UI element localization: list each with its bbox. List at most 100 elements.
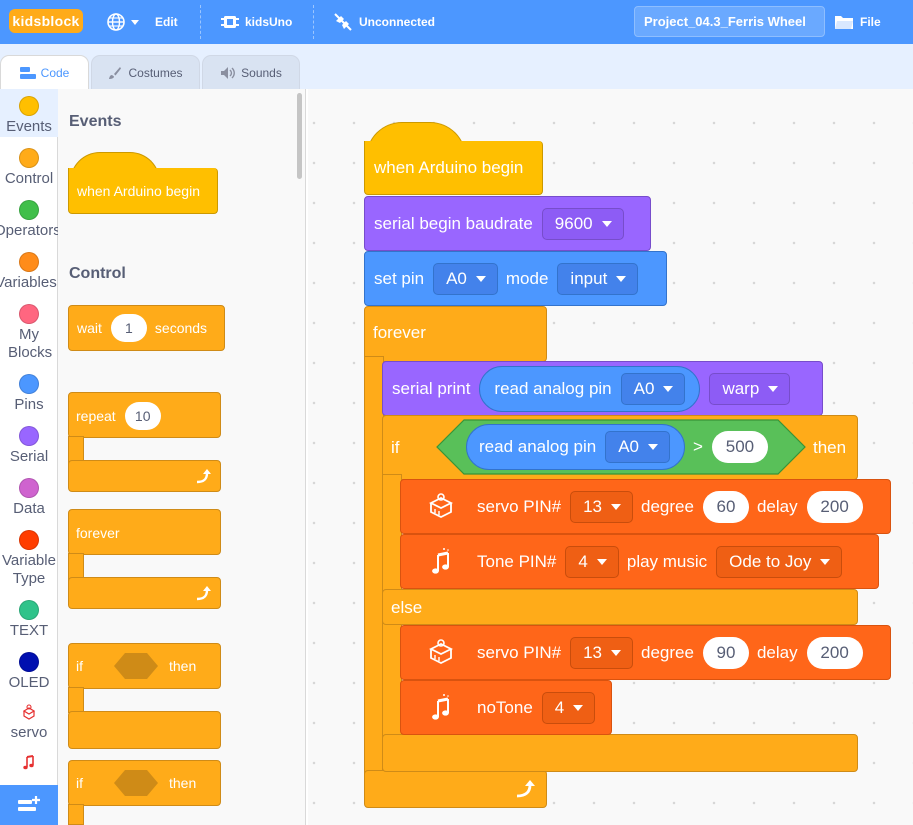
board-icon <box>221 16 239 28</box>
block-label: then <box>169 775 197 791</box>
category-variables[interactable]: Variables <box>0 252 58 292</box>
mode-dropdown[interactable]: input <box>557 262 639 295</box>
pin-dropdown[interactable]: A0 <box>620 372 686 405</box>
language-menu[interactable] <box>106 0 139 44</box>
chevron-down-icon <box>663 385 674 392</box>
category-label: Operators <box>0 222 58 239</box>
block-label: serial begin baudrate <box>374 213 533 233</box>
tone-block[interactable]: Tone PIN# 4 play music Ode to Joy <box>400 534 879 589</box>
chevron-down-icon <box>648 444 659 450</box>
when-arduino-begin-block[interactable]: when Arduino begin <box>364 141 543 195</box>
pin-dropdown[interactable]: A0 <box>605 431 671 463</box>
category-variable-type[interactable]: Variable Type <box>0 530 58 588</box>
tone-pin-dropdown[interactable]: 4 <box>565 545 619 578</box>
block-label: forever <box>373 323 426 342</box>
category-dot <box>19 426 39 446</box>
connection-status[interactable]: Unconnected <box>333 0 435 44</box>
boolean-slot[interactable] <box>113 769 159 797</box>
forever-row: forever <box>373 318 426 348</box>
add-extension-button[interactable] <box>0 785 58 825</box>
project-title-input[interactable]: Project_04.3_Ferris Wheel <box>634 6 825 37</box>
dropdown-value: Ode to Joy <box>729 551 812 571</box>
servo-block[interactable]: servo PIN# 13 degree 90 delay 200 <box>400 625 891 680</box>
music-note-icon <box>23 755 34 770</box>
palette-block-wait[interactable]: wait 1 seconds <box>68 305 225 351</box>
palette-block-body: when Arduino begin <box>68 168 218 214</box>
palette-scrollbar[interactable] <box>297 93 302 179</box>
condition-greater-than[interactable]: read analog pin A0 > 500 <box>466 424 776 470</box>
boolean-slot[interactable] <box>113 652 159 680</box>
category-label: Data <box>13 500 45 517</box>
palette-heading-events: Events <box>69 113 122 130</box>
set-pin-mode-block[interactable]: set pin A0 mode input <box>364 251 667 306</box>
palette-heading-control: Control <box>69 265 126 282</box>
servo-icon <box>421 633 461 673</box>
category-servo[interactable]: servo <box>0 704 58 742</box>
category-data[interactable]: Data <box>0 478 58 518</box>
tab-costumes[interactable]: Costumes <box>91 55 200 89</box>
connection-label: Unconnected <box>359 15 436 29</box>
read-analog-reporter[interactable]: read analog pin A0 <box>479 365 701 412</box>
degree-input[interactable]: 60 <box>702 490 749 523</box>
block-label: if <box>76 658 83 674</box>
category-pins[interactable]: Pins <box>0 374 58 414</box>
pin-dropdown[interactable]: A0 <box>433 262 498 295</box>
servo-icon <box>22 704 36 720</box>
category-operators[interactable]: Operators <box>0 200 58 240</box>
chevron-down-icon <box>573 704 584 711</box>
notone-pin-dropdown[interactable]: 4 <box>541 691 596 724</box>
delay-input[interactable]: 200 <box>806 490 863 523</box>
category-dot <box>19 652 39 672</box>
print-mode-dropdown[interactable]: warp <box>709 372 791 405</box>
chevron-down-icon <box>475 275 486 282</box>
serial-begin-block[interactable]: serial begin baudrate 9600 <box>364 196 651 251</box>
repeat-input[interactable]: 10 <box>124 402 161 430</box>
folder-icon <box>835 16 853 29</box>
delay-input[interactable]: 200 <box>806 636 863 669</box>
tab-sounds[interactable]: Sounds <box>202 55 300 89</box>
brush-icon <box>109 66 122 79</box>
block-label: servo PIN# <box>477 642 562 662</box>
c-block-else <box>382 589 858 625</box>
servo-pin-dropdown[interactable]: 13 <box>570 636 634 669</box>
wait-input[interactable]: 1 <box>110 314 147 342</box>
else-label-row: else <box>391 598 422 618</box>
degree-input[interactable]: 90 <box>702 636 749 669</box>
speaker-icon <box>221 66 236 79</box>
tab-sounds-label: Sounds <box>241 65 282 80</box>
read-analog-reporter[interactable]: read analog pin A0 <box>466 424 686 470</box>
c-block-side <box>68 804 84 825</box>
category-label: Variables <box>0 274 57 291</box>
chevron-down-icon <box>131 19 139 25</box>
category-dot <box>19 304 39 324</box>
serial-print-block[interactable]: serial print read analog pin A0 warp <box>382 361 823 416</box>
tab-code[interactable]: Code <box>0 55 89 89</box>
song-dropdown[interactable]: Ode to Joy <box>716 545 843 578</box>
notone-block[interactable]: noTone 4 <box>400 680 612 735</box>
block-label: repeat <box>76 408 116 424</box>
globe-icon <box>107 13 125 31</box>
file-menu[interactable]: File <box>834 0 881 44</box>
category-control[interactable]: Control <box>0 148 58 188</box>
category-my-blocks[interactable]: My Blocks <box>0 304 58 362</box>
category-dot <box>19 148 39 168</box>
category-music[interactable] <box>0 754 58 772</box>
dropdown-value: input <box>570 268 608 288</box>
category-text[interactable]: TEXT <box>0 600 58 640</box>
category-events[interactable]: Events <box>0 89 58 137</box>
block-label: mode <box>505 268 549 288</box>
threshold-input[interactable]: 500 <box>711 431 768 463</box>
kidsblock-logo[interactable]: kidsblock <box>9 9 83 33</box>
chevron-down-icon <box>820 558 831 565</box>
block-label: servo PIN# <box>477 496 562 516</box>
file-label: File <box>860 15 881 29</box>
device-menu[interactable]: kidsUno <box>220 0 292 44</box>
servo-block[interactable]: servo PIN# 13 degree 60 delay 200 <box>400 479 891 534</box>
baudrate-dropdown[interactable]: 9600 <box>541 207 624 240</box>
category-oled[interactable]: OLED <box>0 652 58 692</box>
servo-pin-dropdown[interactable]: 13 <box>570 490 634 523</box>
block-label: then <box>169 658 197 674</box>
category-serial[interactable]: Serial <box>0 426 58 466</box>
chevron-down-icon <box>611 649 622 656</box>
edit-menu[interactable]: Edit <box>155 0 178 44</box>
